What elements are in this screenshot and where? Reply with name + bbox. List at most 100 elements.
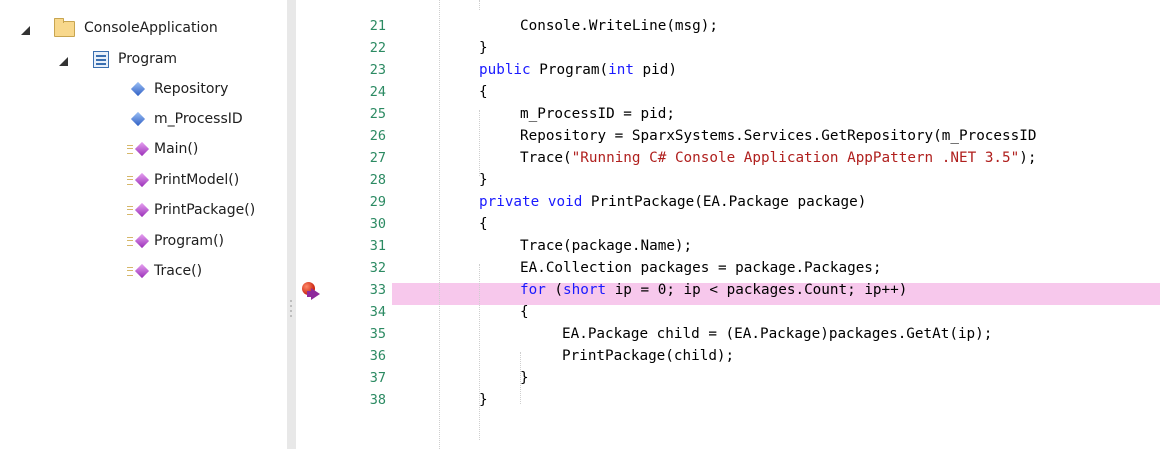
tree-node-root[interactable]: ConsoleApplication [0,13,287,43]
indent-guide [479,264,480,440]
code-line[interactable]: for (short ip = 0; ip < packages.Count; … [520,279,907,301]
tree-node-attribute[interactable]: Repository [0,74,287,104]
code-token: EA.Package child = (EA.Package)packages.… [562,326,993,342]
tree-node-label: Main() [154,141,199,157]
line-number: 32 [369,260,386,276]
operation-icon [134,263,150,279]
code-line[interactable]: } [479,37,488,59]
code-line[interactable]: } [479,169,488,191]
line-number: 23 [369,62,386,78]
code-keyword: public [479,62,531,78]
line-number: 22 [369,40,386,56]
code-line[interactable]: public Program(int pid) [479,59,677,81]
indent-guide [479,0,480,10]
tree-node-operation[interactable]: Trace() [0,256,287,286]
code-line[interactable]: Console.WriteLine(msg); [520,15,718,37]
tree-node-label: PrintPackage() [154,202,256,218]
code-token: Console.WriteLine(msg); [520,18,718,34]
operation-lines-icon [127,267,133,276]
code-token: EA.Collection packages = package.Package… [520,260,882,276]
tree-node-label: Trace() [154,263,203,279]
code-line[interactable]: { [520,301,529,323]
operation-icon [134,141,150,157]
tree-node-attribute[interactable]: m_ProcessID [0,104,287,134]
code-line[interactable]: } [520,367,529,389]
code-token: ); [1019,150,1037,166]
code-token: pid) [633,62,677,78]
code-token: Program( [530,62,609,78]
code-line[interactable]: } [479,389,488,411]
code-line[interactable]: EA.Package child = (EA.Package)packages.… [562,323,992,345]
operation-lines-icon [127,176,133,185]
folder-icon [54,18,75,37]
code-token: } [520,370,529,386]
code-token: m_ProcessID = pid; [520,106,675,122]
code-line[interactable]: private void PrintPackage(EA.Package pac… [479,191,866,213]
code-line[interactable]: { [479,81,488,103]
code-string: "Running C# Console Application AppPatte… [571,150,1020,166]
code-keyword: int [608,62,634,78]
code-token: { [479,84,488,100]
code-token: } [479,40,488,56]
line-number: 36 [369,348,386,364]
code-keyword: short [563,282,607,298]
panel-splitter[interactable] [287,0,296,449]
line-number: 29 [369,194,386,210]
tree-node-operation[interactable]: PrintPackage() [0,195,287,225]
operation-icon [134,202,150,218]
class-icon [93,51,109,68]
line-number: 34 [369,304,386,320]
code-token: Trace(package.Name); [520,238,693,254]
line-number: 37 [369,370,386,386]
code-line[interactable]: { [479,213,488,235]
code-keyword: private [479,194,540,210]
tree-node-operation[interactable]: Main() [0,134,287,164]
code-editor[interactable] [324,0,1160,449]
code-keyword: void [547,194,583,210]
code-token: } [479,172,488,188]
collapse-arrow-icon[interactable] [21,26,30,35]
code-token: Trace( [520,150,572,166]
code-line[interactable]: Trace("Running C# Console Application Ap… [520,147,1036,169]
current-line-arrow-icon [311,288,320,300]
operation-icon [134,172,150,188]
line-number: 33 [369,282,386,298]
collapse-arrow-icon[interactable] [59,57,68,66]
code-token: } [479,392,488,408]
breakpoint-gutter[interactable] [296,0,324,449]
attribute-icon [130,111,146,127]
line-number: 30 [369,216,386,232]
splitter-grip-dot [290,305,292,307]
tree-node-label: Program [118,51,178,67]
attribute-icon [130,81,146,97]
tree-node-operation[interactable]: PrintModel() [0,165,287,195]
tree-node-label: m_ProcessID [154,111,243,127]
tree-node-label: Program() [154,233,224,249]
splitter-grip-dot [290,315,292,317]
indent-guide [439,0,440,449]
code-token: Repository = SparxSystems.Services.GetRe… [520,128,1037,144]
operation-lines-icon [127,237,133,246]
project-browser-tree: ConsoleApplication Program Repository m_… [0,0,287,449]
code-line[interactable]: Repository = SparxSystems.Services.GetRe… [520,125,1036,147]
splitter-grip-dot [290,310,292,312]
code-line[interactable]: m_ProcessID = pid; [520,103,675,125]
tree-node-label: Repository [154,81,229,97]
code-token: ip = 0; ip < packages.Count; ip++) [606,282,908,298]
code-line[interactable]: EA.Collection packages = package.Package… [520,257,882,279]
splitter-grip-dot [290,300,292,302]
code-line[interactable]: PrintPackage(child); [562,345,734,367]
code-token: PrintPackage(EA.Package package) [582,194,867,210]
code-line[interactable]: Trace(package.Name); [520,235,692,257]
line-number: 38 [369,392,386,408]
code-token: { [479,216,488,232]
line-number: 25 [369,106,386,122]
tree-node-label: ConsoleApplication [84,20,218,36]
code-keyword: for [520,282,546,298]
tree-node-class[interactable]: Program [0,44,287,74]
line-number: 24 [369,84,386,100]
code-token: { [520,304,529,320]
tree-node-operation[interactable]: Program() [0,226,287,256]
operation-lines-icon [127,145,133,154]
